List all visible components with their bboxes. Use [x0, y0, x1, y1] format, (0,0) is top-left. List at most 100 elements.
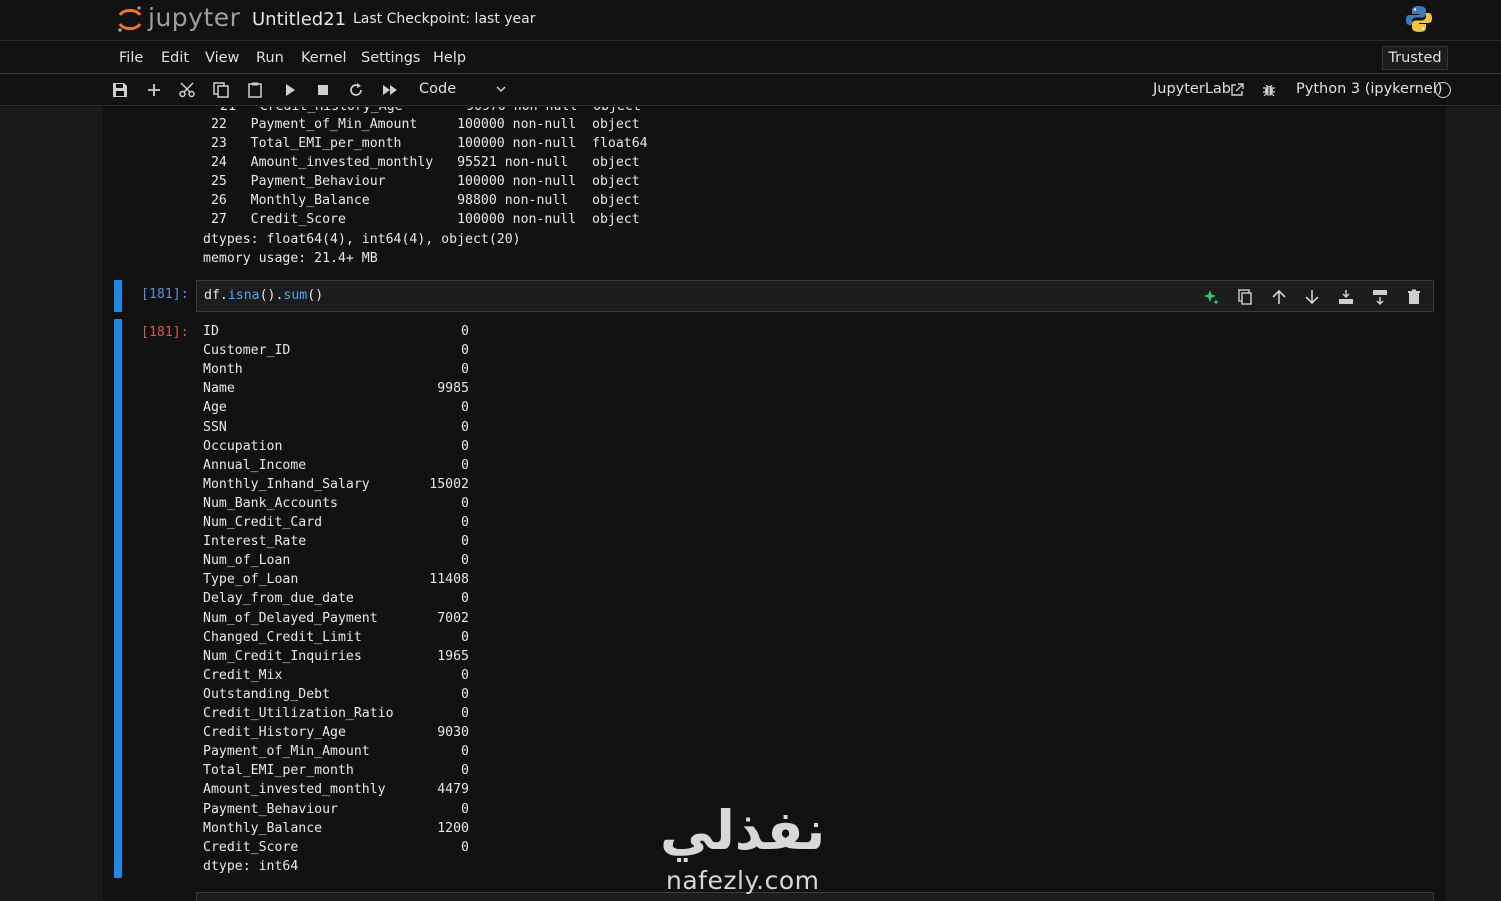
series-value: 0: [461, 457, 469, 473]
left-margin: [0, 107, 103, 901]
series-value: 0: [461, 629, 469, 645]
series-index-label: Customer_ID: [203, 343, 291, 359]
jupyter-logo-icon[interactable]: [116, 5, 144, 33]
notebook-title[interactable]: Untitled21: [252, 9, 346, 30]
series-value: 0: [461, 801, 469, 817]
series-value: 11408: [429, 572, 469, 588]
insert-below-icon[interactable]: [1371, 288, 1389, 306]
delete-cell-icon[interactable]: [1405, 288, 1423, 306]
series-index-label: Num_Bank_Accounts: [203, 495, 338, 511]
series-index-label: Monthly_Inhand_Salary: [203, 476, 370, 492]
trusted-indicator[interactable]: Trusted: [1382, 46, 1448, 70]
move-down-icon[interactable]: [1303, 288, 1321, 306]
top-bar: jupyter Untitled21 Last Checkpoint: last…: [0, 0, 1501, 41]
series-value: 0: [461, 744, 469, 760]
series-index-label: SSN: [203, 419, 227, 435]
python-logo-icon: [1406, 6, 1432, 32]
series-index-label: Num_Credit_Card: [203, 515, 323, 530]
save-icon[interactable]: [111, 81, 129, 99]
series-value: 0: [461, 324, 469, 339]
notebook-toolbar: Code JupyterLab Python 3 (ipykernel): [0, 75, 1501, 106]
series-value: 0: [461, 419, 469, 435]
series-value: 1200: [437, 820, 469, 836]
output-collapser[interactable]: [114, 319, 122, 878]
series-value: 0: [461, 362, 469, 378]
series-index-label: Interest_Rate: [203, 534, 307, 550]
series-value: 0: [461, 667, 469, 683]
code-text[interactable]: df.isna().sum(): [204, 288, 323, 303]
menu-run[interactable]: Run: [256, 50, 284, 66]
menu-settings[interactable]: Settings: [361, 50, 420, 66]
series-index-label: Monthly_Balance: [203, 820, 323, 836]
series-value: 4479: [437, 782, 469, 798]
info-output-line: 22 Payment_of_Min_Amount 100000 non-null…: [203, 117, 640, 132]
debugger-bug-icon[interactable]: [1261, 82, 1277, 98]
input-collapser[interactable]: [114, 280, 122, 312]
series-value: 9030: [437, 725, 469, 741]
series-index-label: Name: [203, 381, 235, 397]
menu-file[interactable]: File: [119, 50, 143, 66]
menu-view[interactable]: View: [205, 50, 239, 66]
series-index-label: Num_Credit_Inquiries: [203, 648, 362, 664]
series-value: 1965: [437, 648, 469, 664]
cut-icon[interactable]: [178, 81, 196, 99]
series-index-label: Num_of_Loan: [203, 553, 291, 569]
series-index-label: Credit_Utilization_Ratio: [203, 706, 394, 721]
code-token: ().: [259, 288, 284, 303]
series-value: 0: [461, 400, 469, 416]
run-icon[interactable]: [281, 81, 299, 99]
info-memory-line: memory usage: 21.4+ MB: [203, 251, 378, 266]
series-value: 0: [461, 534, 469, 550]
copy-icon[interactable]: [212, 81, 230, 99]
code-token: isna: [227, 288, 260, 303]
code-cell-input[interactable]: df.isna().sum(): [196, 280, 1434, 312]
series-value: 0: [461, 495, 469, 511]
series-index-label: Credit_Score: [203, 839, 299, 855]
series-index-label: Type_of_Loan: [203, 572, 299, 588]
cell-type-dropdown[interactable]: Code: [412, 79, 512, 101]
code-token: sum: [283, 288, 308, 303]
series-index-label: Age: [203, 400, 227, 416]
external-link-icon[interactable]: [1229, 82, 1245, 98]
cell-type-label: Code: [419, 81, 457, 97]
output-prompt: [181]:: [141, 325, 189, 340]
duplicate-cell-icon[interactable]: [1236, 288, 1254, 306]
series-index-label: Payment_of_Min_Amount: [203, 744, 370, 760]
series-value: 0: [461, 438, 469, 454]
series-value: 0: [461, 706, 469, 721]
series-index-label: Num_of_Delayed_Payment: [203, 610, 378, 626]
chevron-down-icon: [496, 86, 506, 93]
fast-forward-icon[interactable]: [381, 81, 399, 99]
series-value: 0: [461, 839, 469, 855]
series-index-label: Changed_Credit_Limit: [203, 629, 362, 645]
ai-sparkle-icon[interactable]: [1202, 288, 1220, 306]
series-index-label: Payment_Behaviour: [203, 801, 338, 817]
series-index-label: Amount_invested_monthly: [203, 782, 386, 798]
series-value: 0: [461, 553, 469, 569]
menu-kernel[interactable]: Kernel: [301, 50, 347, 66]
code-token: df.: [204, 288, 228, 303]
move-up-icon[interactable]: [1270, 288, 1288, 306]
notebook-panel[interactable]: 21 Credit_History_Age 90970 non-null obj…: [103, 107, 1446, 901]
restart-icon[interactable]: [347, 81, 365, 99]
paste-icon[interactable]: [246, 81, 264, 99]
menu-edit[interactable]: Edit: [161, 50, 189, 66]
series-index-label: Total_EMI_per_month: [203, 763, 354, 779]
kernel-name[interactable]: Python 3 (ipykernel): [1296, 81, 1442, 97]
series-dtype-line: dtype: int64: [203, 858, 299, 874]
info-output-line: 27 Credit_Score 100000 non-null object: [203, 212, 640, 227]
series-index-label: Credit_Mix: [203, 667, 283, 683]
stop-icon[interactable]: [314, 81, 332, 99]
jupyter-logo-text: jupyter: [148, 3, 241, 32]
info-output-line: 24 Amount_invested_monthly 95521 non-nul…: [203, 155, 640, 170]
series-index-label: Occupation: [203, 438, 283, 454]
series-value: 7002: [437, 610, 469, 626]
series-value: 15002: [429, 476, 469, 492]
menu-help[interactable]: Help: [433, 50, 466, 66]
open-jupyterlab-link[interactable]: JupyterLab: [1153, 81, 1231, 97]
info-output-line: 25 Payment_Behaviour 100000 non-null obj…: [203, 174, 640, 189]
add-cell-icon[interactable]: [145, 81, 163, 99]
series-index-label: Month: [203, 362, 243, 378]
series-value: 0: [461, 515, 469, 530]
insert-above-icon[interactable]: [1337, 288, 1355, 306]
